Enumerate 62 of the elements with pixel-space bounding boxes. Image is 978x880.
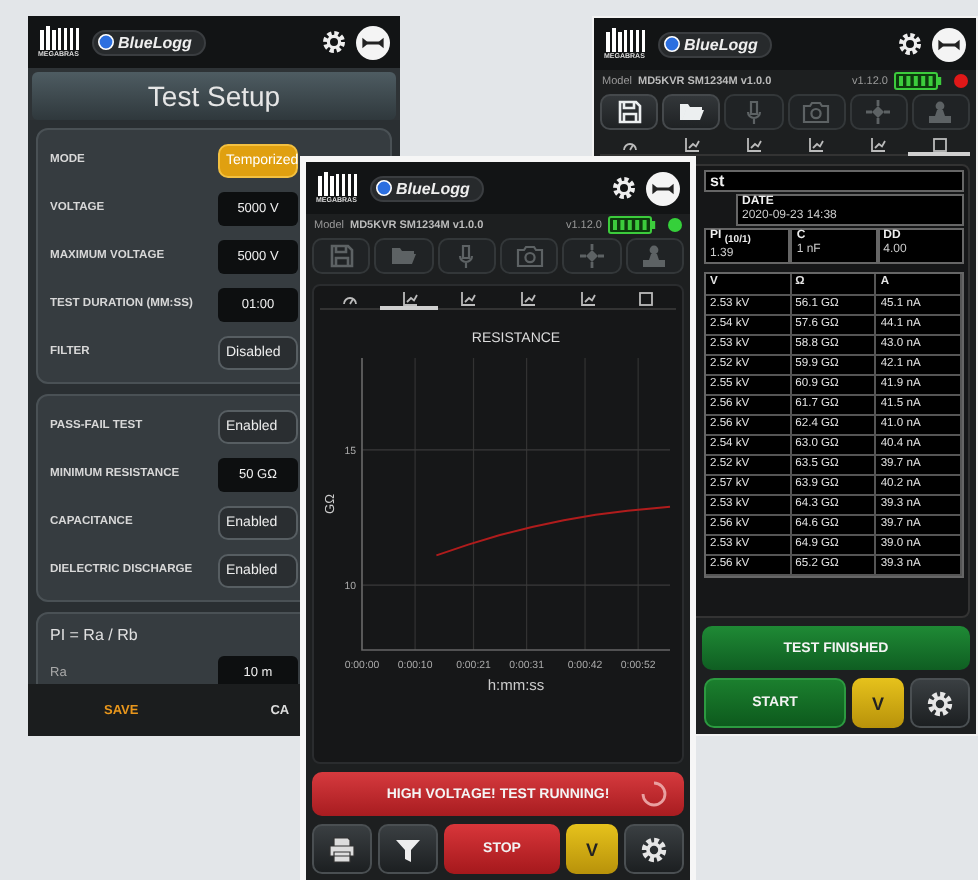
person-icon	[926, 100, 955, 124]
settings-icon[interactable]	[322, 30, 346, 54]
bluetooth-icon	[664, 36, 680, 52]
logo-bars-icon	[316, 172, 360, 196]
app-name: BlueLogg	[396, 179, 470, 197]
chart-icon	[519, 292, 536, 306]
app-name: BlueLogg	[118, 33, 192, 51]
logo-bars-icon	[38, 26, 82, 50]
chart-tab[interactable]	[498, 290, 558, 310]
connection-icon[interactable]	[932, 27, 966, 61]
connection-icon[interactable]	[356, 25, 390, 59]
print-button[interactable]	[312, 824, 372, 874]
camera-icon	[515, 244, 544, 268]
settings-button[interactable]	[624, 824, 684, 874]
table-icon	[931, 137, 948, 151]
chart-icon	[869, 138, 886, 152]
settings-button[interactable]	[910, 678, 970, 728]
person-icon	[640, 244, 669, 268]
folder-icon	[389, 244, 418, 268]
chart-tab[interactable]	[616, 290, 677, 310]
spinner-icon	[640, 780, 668, 808]
filter-button[interactable]	[378, 824, 438, 874]
chart-icon	[401, 291, 417, 305]
chart-icon	[460, 292, 477, 306]
folder-icon	[677, 100, 706, 124]
crosshair-icon	[577, 244, 606, 268]
crosshair-icon	[864, 100, 893, 124]
chart-tab[interactable]	[846, 136, 909, 156]
connection-icon[interactable]	[646, 171, 680, 205]
logo-bars-icon	[604, 28, 648, 52]
gauge-icon	[341, 292, 358, 306]
chart-tab[interactable]	[438, 290, 499, 310]
printer-icon	[328, 835, 356, 863]
save-icon	[327, 244, 356, 268]
settings-icon[interactable]	[612, 176, 636, 200]
save-icon	[615, 100, 644, 124]
app-name: BlueLogg	[684, 35, 758, 53]
settings-icon	[640, 835, 668, 863]
filter-icon	[394, 835, 422, 863]
settings-icon	[926, 689, 954, 717]
chart-tab[interactable]	[723, 136, 785, 156]
chart-tab[interactable]	[557, 290, 617, 310]
chart-tab[interactable]	[784, 136, 847, 156]
chart-icon	[807, 138, 824, 152]
chart-icon	[684, 138, 701, 152]
range-button[interactable]: V	[852, 678, 904, 728]
report-title: st	[704, 170, 964, 192]
section-heading: PI = Ra / Rb	[50, 624, 140, 648]
gauge-icon	[622, 138, 639, 152]
settings-icon[interactable]	[898, 32, 922, 56]
range-button[interactable]: V	[566, 824, 618, 874]
toolbar-button[interactable]	[662, 94, 721, 130]
chart-icon	[746, 138, 763, 152]
bluetooth-icon	[376, 180, 392, 196]
toolbar-button[interactable]	[600, 94, 659, 130]
chart-icon	[579, 292, 596, 306]
bluetooth-icon	[98, 34, 114, 50]
battery-icon	[894, 72, 942, 90]
table-icon	[638, 292, 655, 306]
camera-icon	[802, 100, 831, 124]
screen-title: Test Setup	[32, 72, 396, 120]
battery-icon	[608, 216, 656, 234]
